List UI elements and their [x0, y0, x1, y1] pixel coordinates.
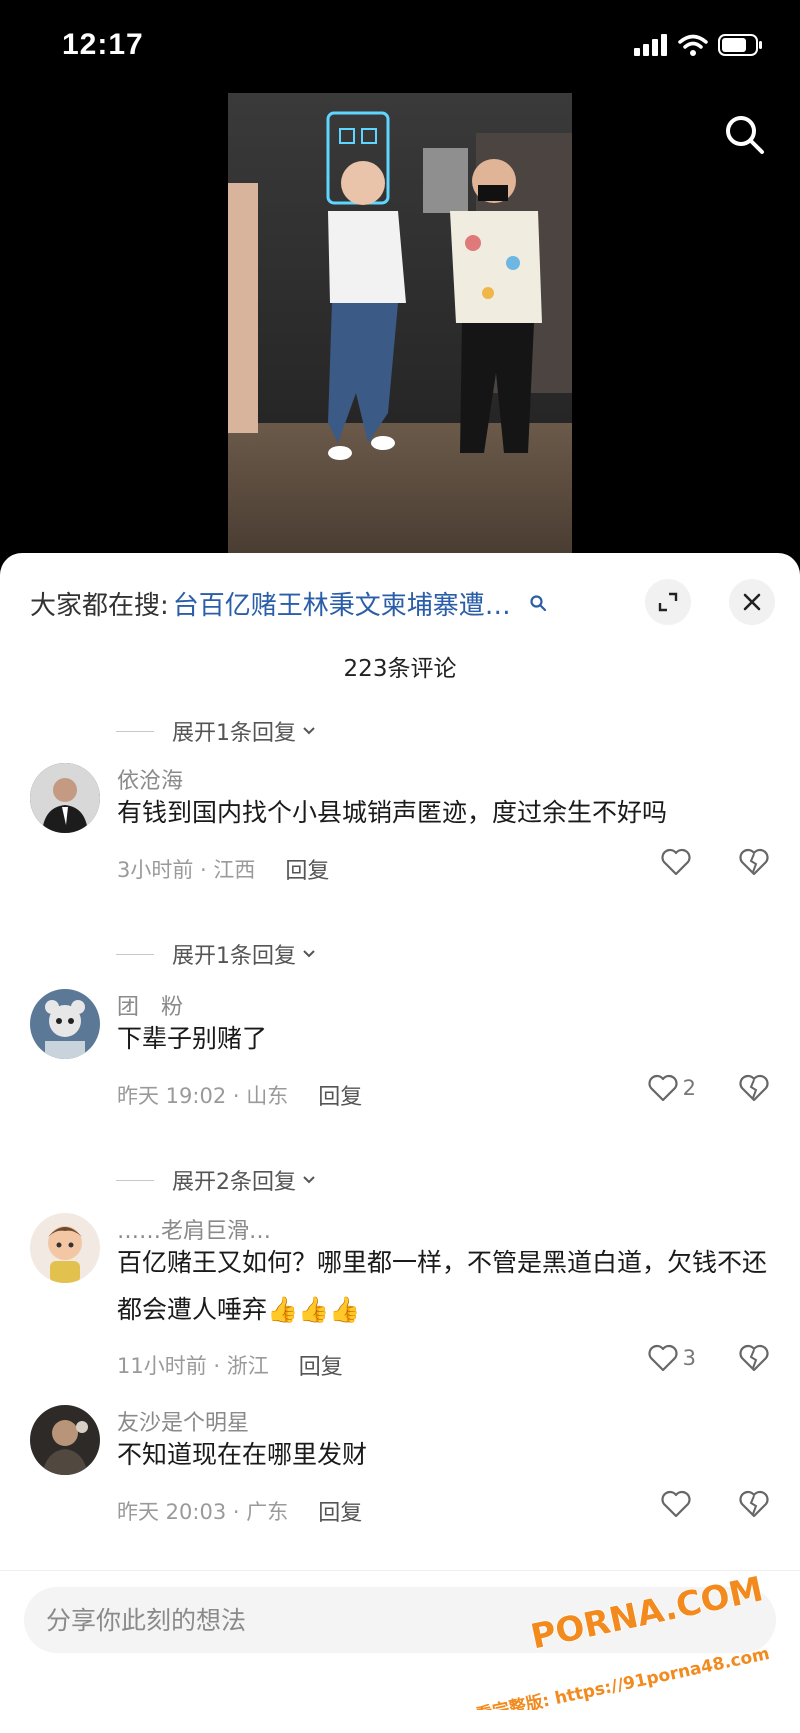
- comment-text: 百亿赌王又如何？哪里都一样，不管是黑道白道，欠钱不还都会遭人唾弃👍👍👍: [117, 1248, 768, 1324]
- like-count: 2: [682, 1076, 696, 1100]
- comment-meta: 11小时前 · 浙江 回复: [117, 1349, 343, 1381]
- comment-meta: 3小时前 · 江西 回复: [117, 853, 329, 885]
- avatar[interactable]: [30, 1405, 100, 1475]
- reply-button[interactable]: 回复: [285, 853, 329, 885]
- search-icon[interactable]: [529, 594, 547, 612]
- status-time: 12:17: [62, 28, 144, 61]
- comment-count: 223条评论: [343, 656, 457, 682]
- broken-heart-icon: [739, 1344, 769, 1372]
- status-icons: [634, 34, 764, 56]
- chevron-down-icon: [303, 1176, 315, 1184]
- battery-icon: [718, 34, 762, 56]
- heart-icon: [661, 1490, 691, 1518]
- watermark-brand: PORNA.COM: [527, 1569, 766, 1657]
- divider: [116, 730, 154, 732]
- close-icon: [743, 593, 761, 611]
- heart-icon: [661, 848, 691, 876]
- status-bar: 12:17: [0, 0, 800, 95]
- comment-meta: 昨天 19:02 · 山东 回复: [117, 1079, 362, 1111]
- search-button[interactable]: [720, 110, 770, 160]
- expand-replies-button[interactable]: 展开1条回复: [116, 716, 316, 746]
- comment-time-location: 11小时前 · 浙江: [117, 1354, 269, 1378]
- like-button[interactable]: 3: [647, 1343, 696, 1373]
- avatar[interactable]: [30, 1213, 100, 1283]
- hot-search-link[interactable]: 台百亿赌王林秉文柬埔寨遭…: [173, 585, 511, 622]
- wifi-icon: [678, 34, 708, 56]
- divider: [116, 1179, 154, 1181]
- expand-replies-button[interactable]: 展开2条回复: [116, 1165, 316, 1195]
- broken-heart-icon: [739, 848, 769, 876]
- hot-search-prefix: 大家都在搜:: [30, 590, 169, 621]
- dislike-button[interactable]: [738, 1489, 770, 1523]
- comment-time-location: 3小时前 · 江西: [117, 858, 256, 882]
- chevron-down-icon: [303, 727, 315, 735]
- broken-heart-icon: [739, 1074, 769, 1102]
- video-frame: [228, 93, 572, 553]
- like-button[interactable]: 2: [647, 1073, 696, 1103]
- comment-time-location: 昨天 20:03 · 广东: [117, 1500, 289, 1524]
- divider: [116, 953, 154, 955]
- dislike-button[interactable]: [738, 1073, 770, 1107]
- dislike-button[interactable]: [738, 1343, 770, 1377]
- hot-search-bar[interactable]: 大家都在搜: 台百亿赌王林秉文柬埔寨遭…: [30, 583, 547, 623]
- expand-replies-label: 展开1条回复: [172, 944, 296, 969]
- like-button[interactable]: [660, 847, 696, 877]
- comment-sheet: 大家都在搜: 台百亿赌王林秉文柬埔寨遭… 223条评论 展开1条回复 依沧海 有…: [0, 553, 800, 1733]
- expand-replies-label: 展开2条回复: [172, 1170, 296, 1195]
- heart-icon: [648, 1344, 678, 1372]
- comment-text: 不知道现在在哪里发财: [117, 1440, 368, 1469]
- video-player[interactable]: [228, 93, 572, 553]
- expand-sheet-button[interactable]: [645, 579, 691, 625]
- broken-heart-icon: [739, 1490, 769, 1518]
- reply-button[interactable]: 回复: [318, 1079, 362, 1111]
- signal-icon: [634, 34, 667, 56]
- comment-time-location: 昨天 19:02 · 山东: [117, 1084, 289, 1108]
- like-button[interactable]: [660, 1489, 696, 1519]
- watermark: PORNA.COM 看完整版: https://91porna48.com: [470, 1560, 790, 1726]
- reply-button[interactable]: 回复: [299, 1349, 343, 1381]
- like-count: 3: [682, 1346, 696, 1370]
- comment-text: 下辈子别赌了: [117, 1024, 268, 1053]
- dislike-button[interactable]: [738, 847, 770, 881]
- expand-replies-label: 展开1条回复: [172, 721, 296, 746]
- heart-icon: [648, 1074, 678, 1102]
- close-button[interactable]: [729, 579, 775, 625]
- chevron-down-icon: [303, 950, 315, 958]
- reply-button[interactable]: 回复: [318, 1495, 362, 1527]
- search-icon: [726, 116, 764, 154]
- avatar[interactable]: [30, 763, 100, 833]
- comment-text: 有钱到国内找个小县城销声匿迹，度过余生不好吗: [117, 798, 668, 827]
- expand-replies-button[interactable]: 展开1条回复: [116, 939, 316, 969]
- watermark-url: 看完整版: https://91porna48.com: [473, 1643, 771, 1710]
- avatar[interactable]: [30, 989, 100, 1059]
- expand-icon: [658, 592, 678, 612]
- comment-meta: 昨天 20:03 · 广东 回复: [117, 1495, 362, 1527]
